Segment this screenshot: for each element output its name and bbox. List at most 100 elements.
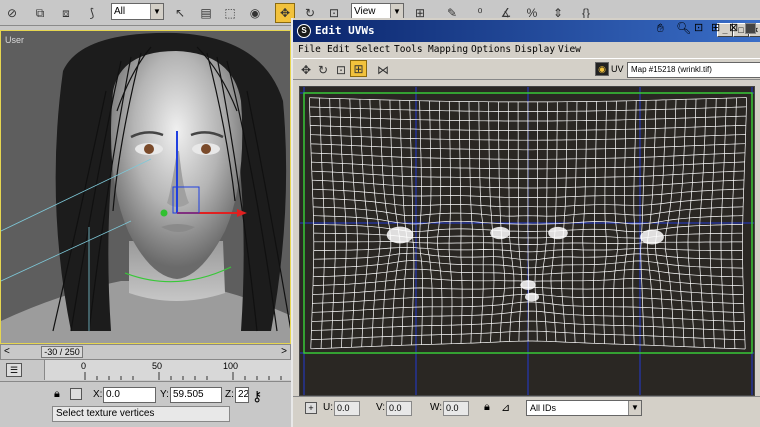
chevron-right-icon[interactable]: > [281, 346, 287, 357]
uv-mesh-column [542, 101, 548, 342]
time-slider[interactable]: -30 / 250 [41, 346, 83, 358]
uv-feature-cluster [490, 226, 510, 240]
uv-feature-cluster [520, 280, 536, 290]
freeform-mode-icon[interactable]: ⊞ [350, 60, 367, 77]
menu-tools[interactable]: Tools [394, 44, 423, 55]
zoom-extents-icon[interactable]: ⊞ [711, 21, 720, 34]
uv-feature-cluster [548, 226, 568, 240]
uv-mesh-column [498, 101, 506, 342]
chevron-left-icon[interactable]: < [4, 346, 10, 357]
time-slider-track[interactable]: < -30 / 250 > [0, 344, 291, 360]
zoom-icon[interactable]: 🔍︎ [676, 21, 691, 35]
uv-mesh-column [468, 101, 474, 344]
track-bar-menu-icon[interactable]: ☰ [6, 363, 22, 377]
ids-dropdown-value: All IDs [530, 403, 557, 413]
link-icon[interactable]: ⊘ [2, 3, 22, 23]
absolute-mode-toggle[interactable] [70, 388, 82, 400]
uv-label: UV [611, 64, 624, 74]
pan-hand-icon[interactable]: ✋︎ [657, 21, 664, 36]
lock-icon[interactable]: 🔒︎ [54, 388, 60, 401]
app-icon: S [297, 24, 311, 38]
u-field[interactable]: 0.0 [334, 401, 360, 416]
ruler-tick-label: 50 [152, 361, 163, 371]
y-label: Y: [160, 389, 169, 400]
uvw-toolbar: ✥ ↻ ⊡ ⊞ ⋈ ◉ UV Map #15218 (wrinkl.tif) [293, 58, 760, 80]
w-label: W: [430, 402, 443, 413]
iris-left [144, 144, 154, 154]
track-bar[interactable]: ☰ 0 50 100 [0, 360, 291, 382]
menu-options[interactable]: Options [471, 44, 511, 55]
uv-mesh-column [593, 101, 598, 344]
window-crossing-icon[interactable]: ◉ [245, 3, 265, 23]
uv-mesh-column [458, 101, 463, 344]
status-bar: 🔒︎ X: 0.0 Y: 59.505 Z: 22 ⚷ Select textu… [0, 382, 291, 427]
uv-mesh-column [550, 101, 558, 342]
menu-edit[interactable]: Edit [327, 44, 350, 55]
rotate-icon[interactable]: ↻ [313, 60, 333, 80]
u-label: U: [323, 402, 333, 413]
viewport-label[interactable]: User [5, 35, 24, 45]
uv-feature-cluster [640, 229, 664, 245]
chevron-down-icon: ▼ [390, 4, 403, 19]
reference-coord-value: View [354, 6, 376, 17]
uvw-bottombar: + U: 0.0 V: 0.0 W: 0.0 🔒︎ ⊿ All IDs ▼ [293, 396, 760, 427]
iris-right [201, 144, 211, 154]
uv-feature-cluster [386, 226, 414, 244]
chevron-down-icon: ▼ [628, 401, 641, 415]
mirror-icon[interactable]: ⋈ [373, 60, 393, 80]
viewport-scene [1, 32, 290, 343]
select-object-icon[interactable]: ↖ [170, 3, 190, 23]
gizmo-z-handle[interactable] [160, 209, 168, 217]
chevron-down-icon: ▼ [150, 4, 163, 19]
x-coordinate-field[interactable]: 0.0 [103, 387, 156, 403]
key-icon[interactable]: ⚷ [252, 389, 262, 403]
menu-display[interactable]: Display [515, 44, 555, 55]
uv-mesh-column [534, 101, 539, 342]
bind-space-warp-icon[interactable]: ⟆ [82, 3, 102, 23]
scale-icon[interactable]: ⊡ [331, 60, 351, 80]
menu-file[interactable]: File [298, 44, 321, 55]
ruler-tick-label: 100 [223, 361, 239, 371]
z-label: Z: [225, 389, 234, 400]
z-coordinate-field[interactable]: 22 [235, 387, 249, 403]
selection-filter-value: All [114, 6, 126, 17]
select-by-name-icon[interactable]: ▤ [196, 3, 216, 23]
grid-toggle-icon[interactable] [745, 23, 756, 34]
y-coordinate-field[interactable]: 59.505 [170, 387, 222, 403]
rectangular-selection-icon[interactable]: ⬚ [220, 3, 240, 23]
x-label: X: [93, 389, 103, 400]
uv-mesh-column [571, 101, 578, 343]
map-dropdown-value: Map #15218 (wrinkl.tif) [631, 65, 712, 74]
v-field[interactable]: 0.0 [386, 401, 412, 416]
add-icon[interactable]: + [305, 402, 317, 414]
v-label: V: [376, 402, 386, 413]
show-map-icon[interactable]: ◉ [595, 62, 609, 76]
menu-view[interactable]: View [558, 44, 581, 55]
uv-mesh [300, 87, 754, 395]
viewport[interactable]: User [0, 30, 291, 344]
edit-uvws-window: S Edit UVWs _ □ × File Edit Select Tools… [291, 18, 760, 427]
track-bar-ruler[interactable]: 0 50 100 [44, 360, 291, 380]
ids-dropdown[interactable]: All IDs ▼ [526, 400, 642, 416]
select-link-icon[interactable]: ⧉ [30, 3, 50, 23]
zoom-region-icon[interactable]: ⊡ [694, 21, 703, 34]
pin-icon[interactable]: ⊿ [501, 401, 510, 414]
unlink-icon[interactable]: ⧈ [56, 3, 76, 23]
window-title: Edit UVWs [315, 24, 375, 37]
prompt-line: Select texture vertices [52, 406, 230, 422]
uv-mesh-column [507, 101, 515, 342]
menu-select[interactable]: Select [356, 44, 390, 55]
uv-editor-canvas[interactable] [299, 86, 755, 396]
menu-mapping[interactable]: Mapping [428, 44, 468, 55]
uv-mesh-column [603, 101, 607, 344]
zoom-selected-icon[interactable]: ⊠ [729, 21, 738, 34]
uv-feature-cluster [525, 292, 539, 302]
uv-mesh-column [488, 101, 495, 343]
uvw-menubar: File Edit Select Tools Mapping Options D… [293, 42, 760, 57]
selection-filter-dropdown[interactable]: All ▼ [111, 3, 164, 20]
w-field[interactable]: 0.0 [443, 401, 469, 416]
lock-icon[interactable]: 🔒︎ [484, 401, 490, 414]
ruler-tick-label: 0 [81, 361, 87, 371]
uv-mesh-column [561, 101, 568, 343]
map-dropdown[interactable]: Map #15218 (wrinkl.tif) [627, 62, 760, 78]
